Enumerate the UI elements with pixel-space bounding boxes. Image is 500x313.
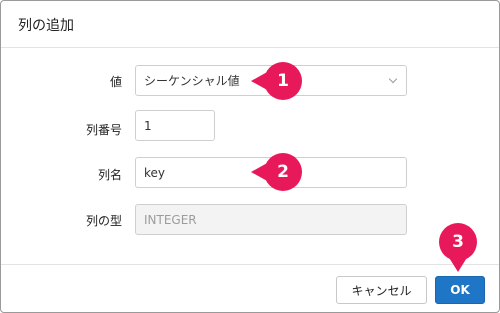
- dialog-header: 列の追加: [1, 1, 499, 48]
- column-index-value: 1: [144, 118, 152, 133]
- ok-button[interactable]: OK: [435, 276, 485, 304]
- callout-number: 3: [452, 232, 464, 252]
- column-name-label: 列名: [97, 168, 122, 182]
- callout-number: 2: [277, 162, 289, 182]
- add-column-dialog: 列の追加 値 シーケンシャル値 列番号 1 列名 key 列の型 INTEGER…: [0, 0, 500, 313]
- column-type-label: 列の型: [85, 214, 122, 228]
- dialog-title: 列の追加: [18, 18, 74, 34]
- value-select-text: シーケンシャル値: [144, 74, 240, 88]
- callout-2: 2: [251, 152, 303, 192]
- column-type-field: INTEGER: [135, 204, 407, 235]
- callout-1: 1: [251, 61, 303, 101]
- column-type-value: INTEGER: [144, 212, 197, 227]
- column-index-label: 列番号: [85, 123, 122, 137]
- callout-3: 3: [438, 222, 478, 272]
- column-index-input[interactable]: 1: [135, 110, 215, 141]
- value-label: 値: [109, 75, 122, 89]
- column-name-value: key: [144, 165, 166, 180]
- callout-number: 1: [277, 71, 289, 91]
- cancel-button[interactable]: キャンセル: [336, 276, 427, 304]
- chevron-down-icon: [388, 74, 398, 84]
- dialog-footer-divider: [1, 264, 499, 265]
